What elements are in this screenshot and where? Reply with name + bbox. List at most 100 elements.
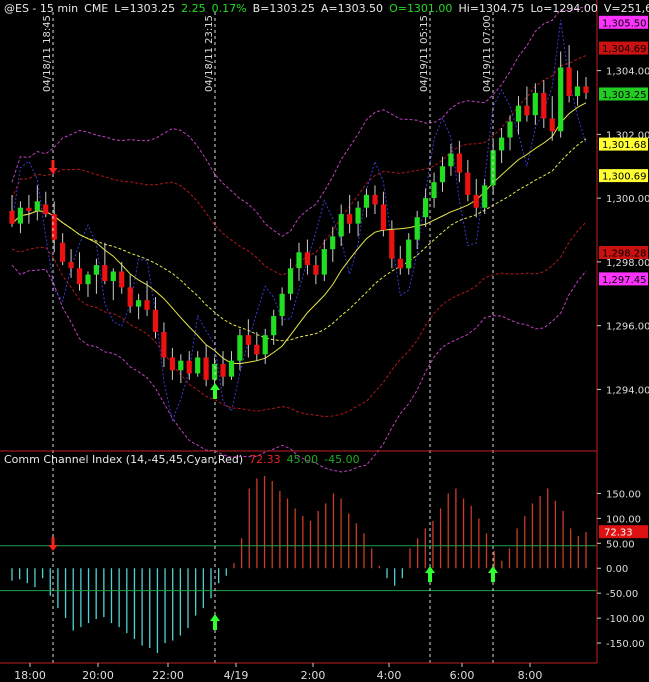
candle-body [254,344,260,355]
candle-body [178,360,184,371]
last-price: L=1303.25 [114,2,176,15]
quote-header: @ES - 15 min CME L=1303.25 2.25 0.17% B=1303.… [4,2,649,15]
indicator-header: Comm Channel Index (14,-45,45,Cyan,Red) 7… [4,453,360,466]
candle-body [448,153,454,167]
candle-body [363,194,370,208]
candle-body [397,258,403,269]
candle-body [406,239,412,269]
candle-body [152,309,159,332]
price-label-text: 1,304.69 [602,44,647,55]
time-tick-label: 4:00 [377,669,402,682]
price-tick-label: 1,304.00 [606,67,649,78]
time-tick-label: 6:00 [450,669,475,682]
candle-body [558,67,564,132]
cci-tick-label: -50.00 [606,589,638,600]
overlay-indicators [11,6,587,473]
candle-body [296,252,302,269]
cci-tick-label: -100.00 [606,614,645,625]
time-markers: 04/18/11 18:45 04/18/11 23:15 04/19/11 05:… [42,12,498,663]
candle-body [549,118,555,132]
candle-body [102,265,108,281]
band-outer-lower [11,264,587,473]
candle-body [245,335,251,345]
candle-body [220,363,226,377]
candle-body [34,201,40,211]
chart-canvas: 04/18/11 18:45 04/18/11 23:15 04/19/11 05:… [0,0,649,682]
candle-body [9,210,15,224]
candle-body [68,261,74,269]
candle-body [524,105,530,116]
buy-arrow-cci [210,614,220,630]
sell-arrow-cci [48,537,58,551]
candle-body [431,182,437,199]
candle-body [482,185,488,208]
indicator-label: Comm Channel Index (14,-45,45,Cyan,Red) [4,453,244,466]
candle-body [262,335,268,355]
candle-body [355,207,361,224]
candle-body [465,172,471,195]
candle-body [507,121,513,138]
price-label-text: 1,297.45 [602,275,647,286]
price-tick-label: 1,298.00 [606,258,649,269]
time-marker-label: 04/18/11 23:15 [204,15,215,92]
price-label-text: 1,303.25 [602,90,647,101]
candle-body [85,274,91,285]
price-tick-label: 1,300.00 [606,194,649,205]
candle-body [110,271,116,282]
candle-body [330,236,336,250]
band-inner-upper [11,55,587,276]
net-change: 2.25 [181,2,206,15]
candle-body [26,207,32,211]
cci-tick-label: 100.00 [606,514,641,525]
candle-body [499,137,505,151]
candle-body [237,335,243,361]
time-marker-label: 04/19/11 07:00 [482,15,493,92]
candle-body [228,360,235,377]
indicator-lower: -45.00 [324,453,360,466]
time-tick-label: 18:00 [14,669,46,682]
indicator-value: 72.33 [249,453,281,466]
symbol-label: @ES - 15 min [4,2,79,15]
candle-body [136,300,142,307]
band-outer-upper [11,6,587,237]
candle-body [271,316,277,336]
cci-histogram [0,475,597,654]
candle-body [313,265,319,275]
time-tick-label: 20:00 [82,669,114,682]
candle-body [279,293,285,317]
candle-body [423,198,429,218]
buy-arrow-price [210,383,220,399]
candle-body [583,86,589,93]
candle-body [473,194,479,208]
candle-body [304,252,310,266]
candle-body [43,204,49,215]
cci-tick-label: -150.00 [606,639,645,650]
candle-body [161,332,167,358]
price-label-text: 1,298.28 [602,249,647,260]
blue-oscillating-line [11,20,587,423]
candle-body [287,268,294,294]
buy-arrow-cci-3 [488,566,498,582]
cci-tick-label: 50.00 [606,539,635,550]
candle-body [532,92,538,116]
candle-body [389,230,395,259]
candle-body [439,166,446,183]
time-tick-label: 2:00 [301,669,326,682]
candle-body [566,67,572,97]
pct-change: 0.17% [211,2,247,15]
buy-arrow-cci-2 [425,566,435,582]
candle-body [338,214,344,237]
candle-body [456,153,462,173]
low-price: Lo=1294.00 [530,2,598,15]
ask-price: A=1303.50 [320,2,384,15]
candle-body [119,271,125,288]
time-marker-label: 04/18/11 18:45 [42,15,53,92]
candle-body [414,217,420,240]
bid-price: B=1303.25 [252,2,315,15]
moving-average-dashed [11,138,587,342]
time-tick-label: 8:00 [518,669,543,682]
time-tick-label: 4/19 [224,669,249,682]
candle-body [321,249,327,275]
candle-body [347,214,353,224]
time-marker-label: 04/19/11 05:15 [419,15,430,92]
